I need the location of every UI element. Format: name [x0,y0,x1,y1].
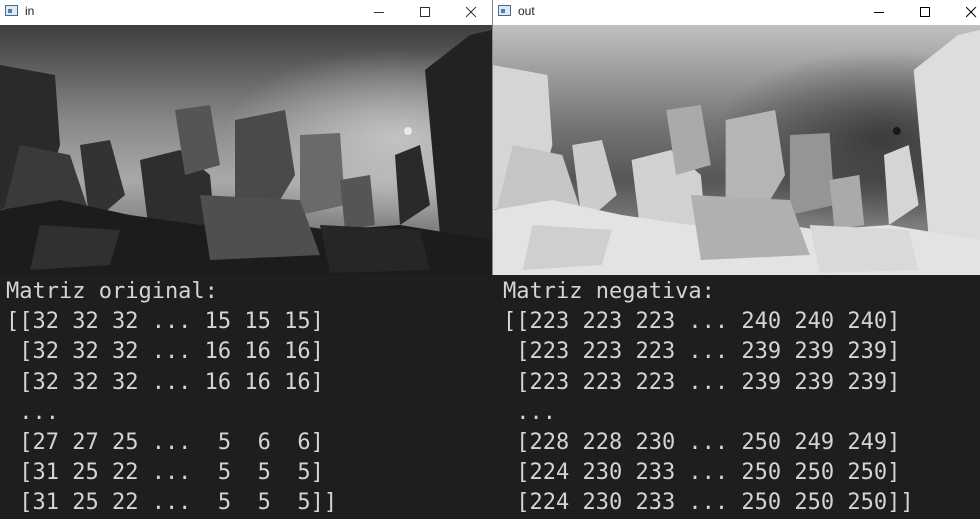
window-title: out [518,4,535,18]
minimize-icon [874,12,884,13]
matrix-ellipsis: ... [503,399,556,425]
maximize-icon [920,7,930,17]
image-view-negative [493,25,980,275]
close-button[interactable] [448,0,492,25]
close-icon [466,7,477,18]
window-title: in [25,4,35,18]
negative-matrix-heading: Matriz negativa: [503,279,715,304]
matrix-row: [32 32 32 ... 16 16 16] [6,369,324,395]
window-in[interactable]: in [0,0,492,275]
matrix-row: [31 25 22 ... 5 5 5] [6,460,324,486]
maximize-button[interactable] [902,0,948,25]
window-out[interactable]: out [493,0,980,275]
ruined-city-grayscale-image [0,25,492,275]
matrix-row: [31 25 22 ... 5 5 5]] [6,490,338,516]
ruined-city-negative-image [493,25,980,275]
image-view-original [0,25,492,275]
maximize-button[interactable] [402,0,448,25]
matrix-row: [[32 32 32 ... 15 15 15] [6,309,324,335]
negative-matrix-output: Matriz negativa: [[223 223 223 ... 240 2… [503,277,914,519]
close-button[interactable] [948,0,980,25]
app-window-icon [498,5,511,16]
matrix-row: [223 223 223 ... 239 239 239] [503,369,901,395]
title-bar[interactable]: out [493,0,980,25]
maximize-icon [420,7,430,17]
original-matrix-heading: Matriz original: [6,279,218,304]
matrix-row: [[223 223 223 ... 240 240 240] [503,309,901,335]
title-bar[interactable]: in [0,0,492,25]
minimize-icon [374,12,384,13]
matrix-row: [32 32 32 ... 16 16 16] [6,339,324,365]
app-window-icon [5,5,18,16]
matrix-row: [228 228 230 ... 250 249 249] [503,429,901,455]
matrix-row: [27 27 25 ... 5 6 6] [6,429,324,455]
matrix-ellipsis: ... [6,399,59,425]
close-icon [966,7,977,18]
matrix-row: [223 223 223 ... 239 239 239] [503,339,901,365]
matrix-row: [224 230 233 ... 250 250 250]] [503,490,914,516]
matrix-row: [224 230 233 ... 250 250 250] [503,460,901,486]
minimize-button[interactable] [856,0,902,25]
original-matrix-output: Matriz original: [[32 32 32 ... 15 15 15… [6,277,337,519]
minimize-button[interactable] [356,0,402,25]
console-output: Matriz original: [[32 32 32 ... 15 15 15… [0,275,980,518]
